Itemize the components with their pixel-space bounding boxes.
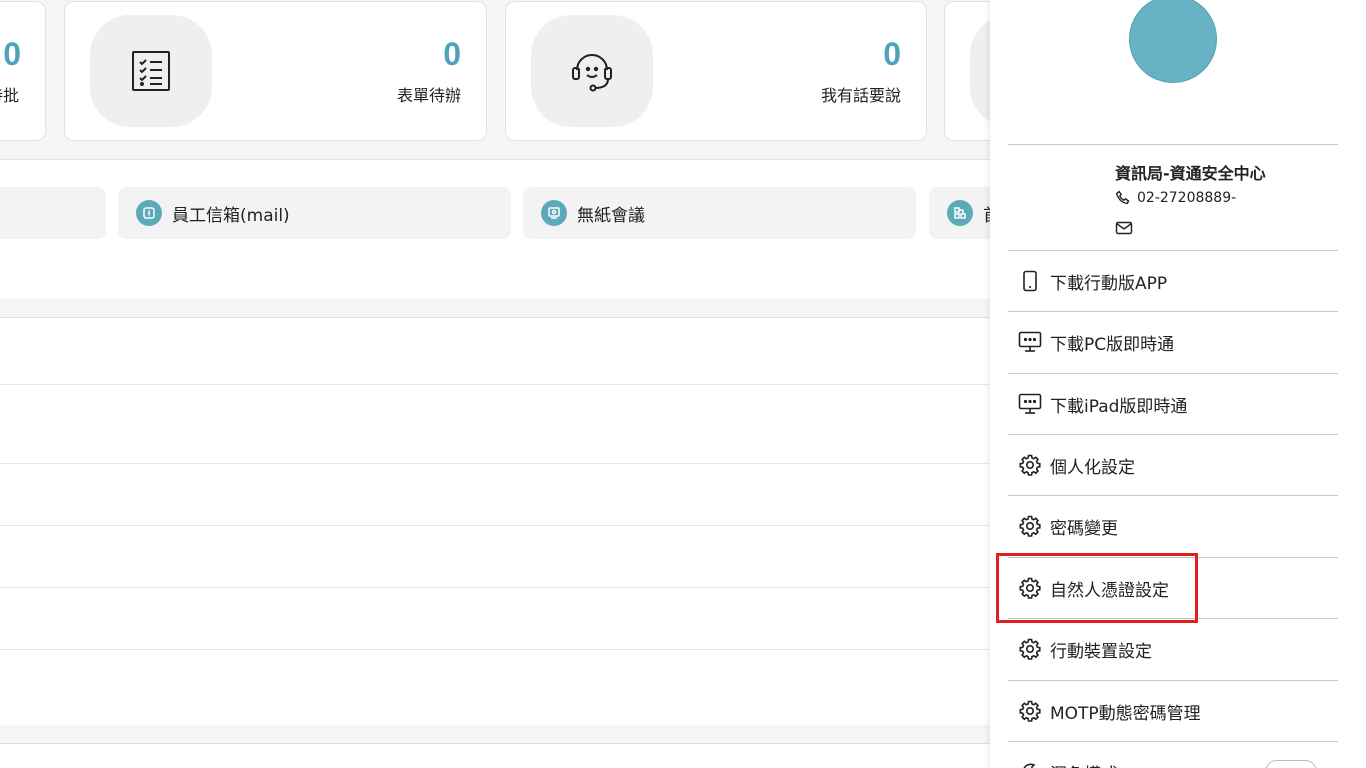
stat-card-approval[interactable]: 0 待批	[0, 1, 46, 141]
menu-motp-management[interactable]: MOTP動態密碼管理	[1008, 681, 1338, 741]
list-divider	[0, 525, 990, 526]
quick-link-label: 無紙會議	[577, 205, 645, 226]
highlight-box	[996, 553, 1198, 623]
menu-label: 深色模式	[1050, 760, 1118, 768]
stat-card-form-todo[interactable]: 0 表單待辦	[64, 1, 487, 141]
moon-icon	[1018, 760, 1042, 768]
stat-card-feedback[interactable]: 0 我有話要說	[505, 1, 927, 141]
monitor-chat-icon	[1018, 330, 1042, 354]
mobile-icon	[1018, 269, 1042, 293]
list-divider	[0, 649, 990, 650]
quick-link-label: 員工信箱(mail)	[172, 205, 290, 226]
user-panel: 資訊局-資通安全中心 02-27208889- 下載行動版APP 下載PC版即時…	[990, 0, 1366, 768]
stat-value: 0	[883, 36, 901, 72]
quick-link-3[interactable]: 首	[929, 187, 990, 239]
list-divider	[0, 587, 990, 588]
phone-number: 02-27208889-	[1137, 190, 1237, 206]
menu-mobile-device-settings[interactable]: 行動裝置設定	[1008, 619, 1338, 679]
dark-mode-toggle[interactable]	[1265, 760, 1317, 768]
avatar[interactable]	[1129, 0, 1217, 83]
phone-row: 02-27208889-	[1115, 190, 1236, 206]
mail-badge-icon	[136, 200, 162, 226]
quick-link-paperless-meeting[interactable]: 無紙會議	[523, 187, 916, 239]
menu-label: 下載行動版APP	[1050, 273, 1168, 294]
stat-value: 0	[443, 36, 461, 72]
quick-link-label: 首	[983, 201, 990, 226]
checklist-icon	[90, 15, 212, 127]
gear-icon	[1018, 637, 1042, 661]
menu-label: 下載PC版即時通	[1050, 334, 1175, 355]
phone-icon	[1115, 190, 1130, 205]
list-divider	[0, 384, 990, 385]
gear-icon	[1018, 453, 1042, 477]
quick-link-mail[interactable]: 員工信箱(mail)	[118, 187, 511, 239]
menu-change-password[interactable]: 密碼變更	[1008, 496, 1338, 556]
stat-label: 待批	[0, 86, 19, 105]
stat-label: 表單待辦	[396, 86, 461, 105]
stat-card-extra[interactable]	[944, 1, 990, 141]
department-name: 資訊局-資通安全中心	[1115, 164, 1266, 183]
meeting-icon	[541, 200, 567, 226]
content-list	[0, 317, 990, 725]
quick-link-0[interactable]	[0, 187, 106, 239]
card-icon-bg	[970, 15, 990, 127]
org-icon	[947, 200, 973, 226]
menu-label: 下載iPad版即時通	[1050, 396, 1188, 417]
gear-icon	[1018, 514, 1042, 538]
divider	[1008, 144, 1338, 145]
menu-download-ipad-messenger[interactable]: 下載iPad版即時通	[1008, 374, 1338, 434]
menu-download-mobile-app[interactable]: 下載行動版APP	[1008, 251, 1338, 311]
main-content: 0 待批 0 表單待辦	[0, 0, 990, 768]
menu-label: 密碼變更	[1050, 518, 1118, 539]
menu-personal-settings[interactable]: 個人化設定	[1008, 435, 1338, 495]
list-divider	[0, 463, 990, 464]
monitor-chat-icon	[1018, 392, 1042, 416]
gear-icon	[1018, 699, 1042, 723]
menu-label: MOTP動態密碼管理	[1050, 703, 1201, 724]
mail-icon[interactable]	[1115, 220, 1133, 239]
menu-label: 行動裝置設定	[1050, 641, 1152, 662]
bottom-section	[0, 743, 990, 768]
stat-label: 我有話要說	[820, 86, 901, 105]
headset-icon	[531, 15, 653, 127]
menu-download-pc-messenger[interactable]: 下載PC版即時通	[1008, 312, 1338, 372]
menu-label: 個人化設定	[1050, 457, 1135, 478]
stat-value: 0	[3, 36, 21, 72]
